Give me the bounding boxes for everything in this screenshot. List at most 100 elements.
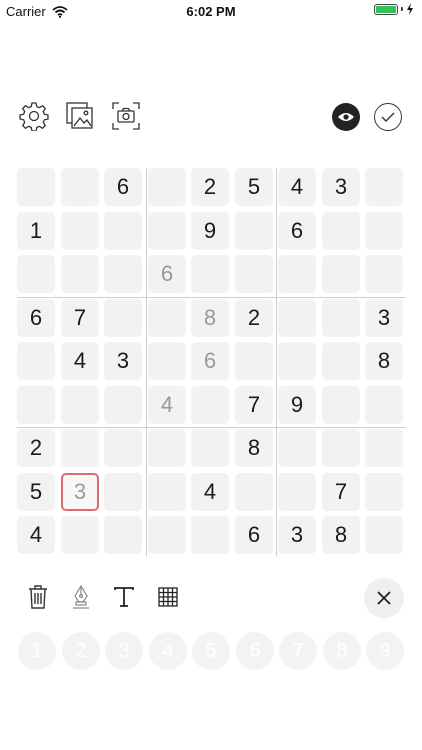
board-cell[interactable] bbox=[148, 299, 186, 337]
board-cell[interactable] bbox=[191, 516, 229, 554]
photo-library-button[interactable] bbox=[64, 100, 96, 132]
board-cell[interactable]: 6 bbox=[235, 516, 273, 554]
board-cell[interactable]: 2 bbox=[235, 299, 273, 337]
board-cell[interactable]: 9 bbox=[278, 386, 316, 424]
board-cell[interactable] bbox=[61, 386, 99, 424]
number-key-2[interactable]: 2 bbox=[62, 632, 100, 670]
board-cell[interactable] bbox=[365, 212, 403, 250]
board-cell[interactable]: 7 bbox=[235, 386, 273, 424]
board-cell[interactable] bbox=[148, 429, 186, 467]
board-cell[interactable]: 7 bbox=[322, 473, 360, 511]
board-cell[interactable] bbox=[278, 255, 316, 293]
board-cell[interactable]: 2 bbox=[191, 168, 229, 206]
number-key-5[interactable]: 5 bbox=[192, 632, 230, 670]
board-cell[interactable] bbox=[104, 255, 142, 293]
board-cell[interactable] bbox=[104, 473, 142, 511]
grid-mode-button[interactable] bbox=[154, 583, 182, 611]
board-cell[interactable] bbox=[322, 429, 360, 467]
board-cell[interactable]: 6 bbox=[17, 299, 55, 337]
board-cell[interactable]: 3 bbox=[104, 342, 142, 380]
board-cell[interactable]: 8 bbox=[191, 299, 229, 337]
board-cell[interactable] bbox=[104, 299, 142, 337]
scan-button[interactable] bbox=[110, 100, 142, 132]
board-cell[interactable] bbox=[61, 429, 99, 467]
board-cell[interactable] bbox=[235, 342, 273, 380]
board-cell[interactable] bbox=[322, 212, 360, 250]
number-key-1[interactable]: 1 bbox=[18, 632, 56, 670]
board-cell[interactable]: 8 bbox=[365, 342, 403, 380]
check-solution-button[interactable] bbox=[374, 103, 402, 131]
board-cell[interactable] bbox=[148, 473, 186, 511]
board-cell[interactable] bbox=[278, 342, 316, 380]
board-cell[interactable] bbox=[365, 386, 403, 424]
show-mistakes-button[interactable] bbox=[332, 103, 360, 131]
board-cell[interactable] bbox=[17, 386, 55, 424]
close-button[interactable] bbox=[364, 578, 404, 618]
board-cell[interactable]: 6 bbox=[104, 168, 142, 206]
board-cell[interactable]: 5 bbox=[17, 473, 55, 511]
board-cell[interactable] bbox=[61, 212, 99, 250]
erase-button[interactable] bbox=[24, 583, 52, 611]
board-cell[interactable] bbox=[365, 516, 403, 554]
board-cell[interactable] bbox=[61, 255, 99, 293]
number-key-3[interactable]: 3 bbox=[105, 632, 143, 670]
board-cell[interactable] bbox=[104, 212, 142, 250]
board-cell[interactable] bbox=[365, 429, 403, 467]
board-cell[interactable]: 3 bbox=[61, 473, 99, 511]
board-cell[interactable] bbox=[191, 255, 229, 293]
board-cell[interactable]: 6 bbox=[148, 255, 186, 293]
number-key-9[interactable]: 9 bbox=[366, 632, 404, 670]
text-mode-button[interactable] bbox=[110, 583, 138, 611]
board-cell[interactable] bbox=[322, 299, 360, 337]
number-key-6[interactable]: 6 bbox=[236, 632, 274, 670]
board-cell[interactable] bbox=[322, 255, 360, 293]
board-cell[interactable]: 3 bbox=[278, 516, 316, 554]
board-cell[interactable]: 3 bbox=[322, 168, 360, 206]
board-cell[interactable] bbox=[235, 255, 273, 293]
board-cell[interactable] bbox=[365, 255, 403, 293]
board-cell[interactable] bbox=[148, 168, 186, 206]
board-cell[interactable]: 4 bbox=[61, 342, 99, 380]
board-cell[interactable] bbox=[278, 429, 316, 467]
board-cell[interactable] bbox=[365, 473, 403, 511]
board-cell[interactable]: 4 bbox=[148, 386, 186, 424]
board-cell[interactable] bbox=[61, 168, 99, 206]
board-cell[interactable] bbox=[191, 429, 229, 467]
board-cell[interactable] bbox=[17, 168, 55, 206]
board-cell[interactable] bbox=[17, 255, 55, 293]
board-cell[interactable] bbox=[235, 212, 273, 250]
settings-button[interactable] bbox=[18, 100, 50, 132]
board-cell[interactable] bbox=[148, 516, 186, 554]
board-cell[interactable] bbox=[61, 516, 99, 554]
board-cell[interactable]: 8 bbox=[322, 516, 360, 554]
board-cell[interactable] bbox=[191, 386, 229, 424]
board-cell[interactable] bbox=[365, 168, 403, 206]
board-cell[interactable] bbox=[17, 342, 55, 380]
board-cell[interactable]: 6 bbox=[278, 212, 316, 250]
board-cell[interactable]: 6 bbox=[191, 342, 229, 380]
board-cell[interactable]: 7 bbox=[61, 299, 99, 337]
number-key-4[interactable]: 4 bbox=[149, 632, 187, 670]
board-cell[interactable] bbox=[322, 342, 360, 380]
number-key-8[interactable]: 8 bbox=[323, 632, 361, 670]
board-cell[interactable] bbox=[278, 299, 316, 337]
board-cell[interactable] bbox=[235, 473, 273, 511]
board-cell[interactable]: 4 bbox=[278, 168, 316, 206]
board-cell[interactable]: 8 bbox=[235, 429, 273, 467]
board-cell[interactable] bbox=[148, 342, 186, 380]
board-cell[interactable] bbox=[104, 386, 142, 424]
board-cell[interactable] bbox=[148, 212, 186, 250]
board-cell[interactable]: 4 bbox=[191, 473, 229, 511]
board-cell[interactable] bbox=[278, 473, 316, 511]
board-cell[interactable] bbox=[104, 516, 142, 554]
pencil-mode-button[interactable] bbox=[67, 583, 95, 611]
board-cell[interactable]: 1 bbox=[17, 212, 55, 250]
board-cell[interactable]: 2 bbox=[17, 429, 55, 467]
board-cell[interactable]: 3 bbox=[365, 299, 403, 337]
board-cell[interactable] bbox=[322, 386, 360, 424]
board-cell[interactable]: 4 bbox=[17, 516, 55, 554]
board-cell[interactable] bbox=[104, 429, 142, 467]
board-cell[interactable]: 9 bbox=[191, 212, 229, 250]
number-key-7[interactable]: 7 bbox=[279, 632, 317, 670]
board-cell[interactable]: 5 bbox=[235, 168, 273, 206]
